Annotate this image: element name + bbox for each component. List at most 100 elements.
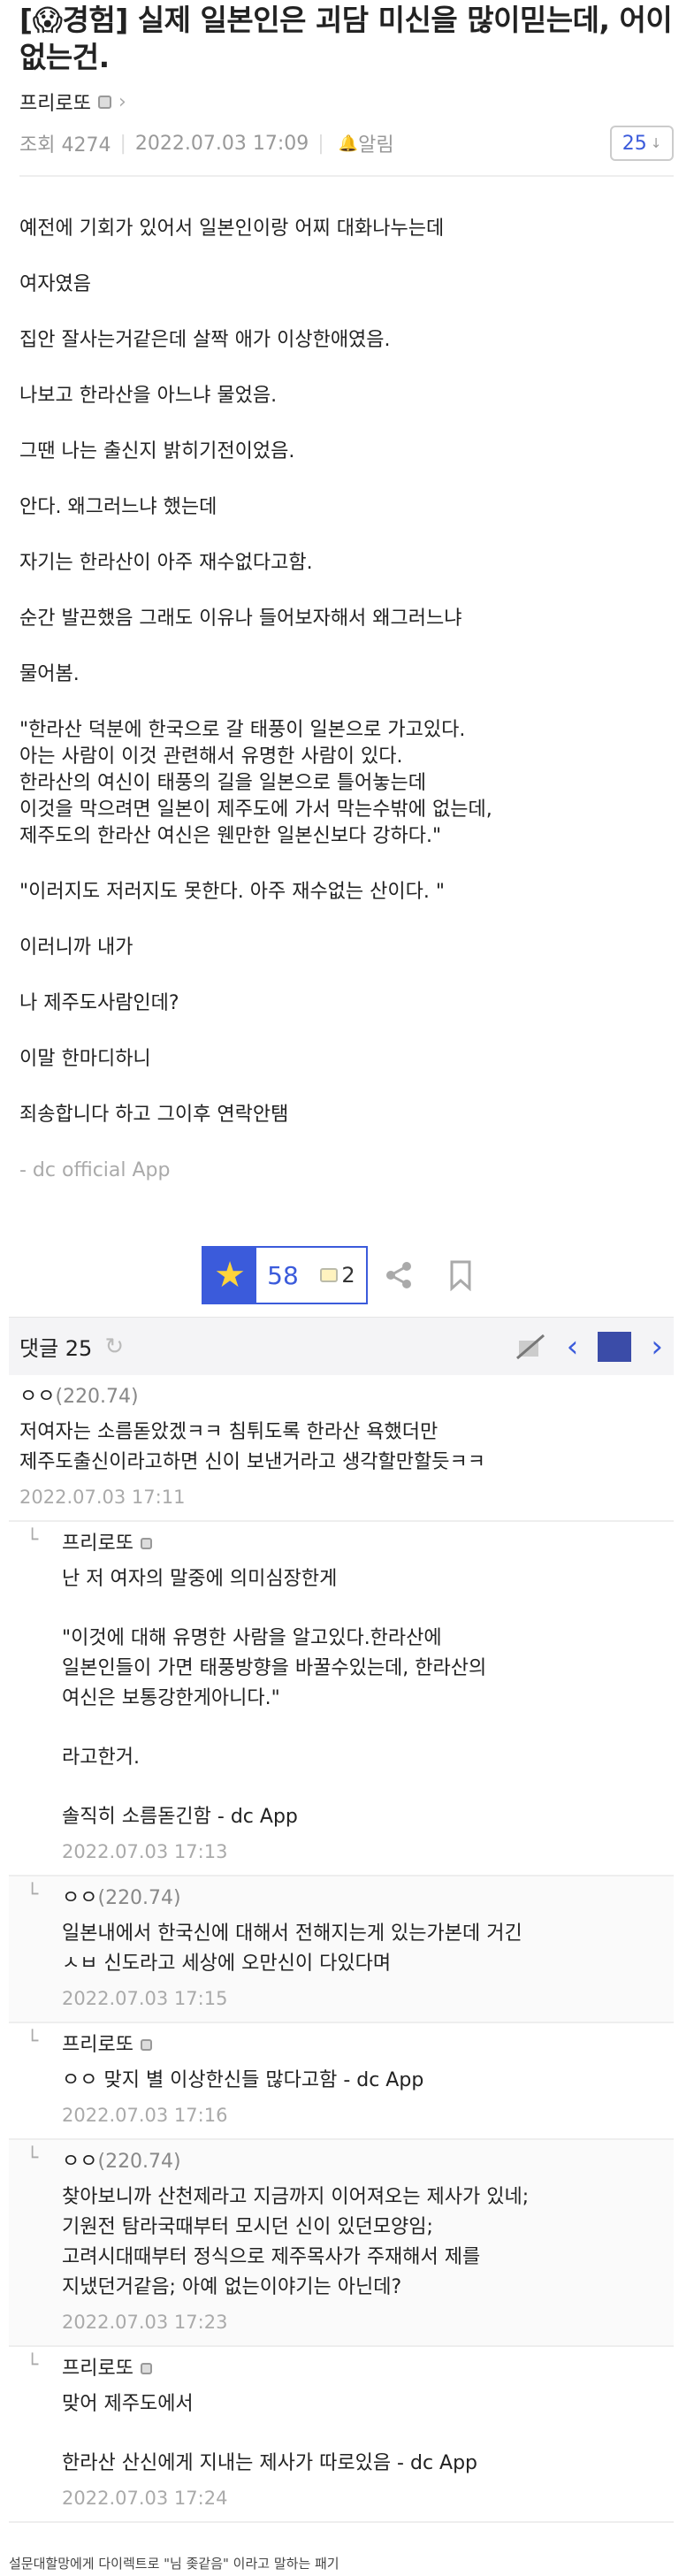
comment-toggle-button[interactable] bbox=[598, 1331, 632, 1362]
gallog-icon[interactable] bbox=[140, 2039, 152, 2051]
post-paragraph: 예전에 기회가 있어서 일본인이랑 어찌 대화나누는데 bbox=[19, 218, 445, 240]
post-paragraph: "이러지도 저러지도 못한다. 아주 재수없는 산이다. " bbox=[19, 881, 445, 903]
comment-text: 맞어 제주도에서한라산 산신에게 지내는 제사가 따로있음 - dc App bbox=[62, 2389, 667, 2479]
author-name[interactable]: 프리로또 bbox=[19, 88, 91, 116]
comment-author[interactable]: ㅇㅇ bbox=[62, 2151, 97, 2173]
reply-row: └ 프리로또맞어 제주도에서한라산 산신에게 지내는 제사가 따로있음 - dc … bbox=[9, 2347, 674, 2523]
comment-text: 일본내에서 한국신에 대해서 전해지는게 있는가본데 거긴 ㅅㅂ 신도라고 세상… bbox=[62, 1919, 667, 1979]
post-container: [😱경험] 실제 일본인은 괴담 미신을 많이믿는데, 어이없는건. 프리로또 … bbox=[19, 0, 674, 1304]
comment-date: 2022.07.03 17:13 bbox=[62, 1841, 228, 1862]
reply-row: └ ㅇㅇ(220.74) 찾아보니까 산천제라고 지금까지 이어져오는 제사가 있네… bbox=[9, 2140, 674, 2347]
comment-list: ㅇㅇ(220.74) 저여자는 소름돋았겠ㅋㅋ 침튀도록 한라산 욕했더만 제주도… bbox=[9, 1375, 674, 2523]
comment-date: 2022.07.03 17:23 bbox=[62, 2312, 228, 2333]
comment-nick[interactable]: ㅇㅇ(220.74) bbox=[62, 2149, 667, 2175]
comment-author[interactable]: 프리로또 bbox=[62, 2358, 133, 2380]
comment-ip: (220.74) bbox=[97, 2151, 181, 2173]
comment-paragraph: 한라산 산신에게 지내는 제사가 따로있음 - dc App bbox=[62, 2452, 478, 2474]
comment-date: 2022.07.03 17:11 bbox=[19, 1487, 186, 1508]
star-recommend-button[interactable]: ★ bbox=[203, 1248, 256, 1303]
comment-nick[interactable]: 프리로또 bbox=[62, 2356, 667, 2382]
reply-arrow-icon: └ bbox=[27, 2147, 39, 2169]
post-paragraph: 여자였음 bbox=[19, 273, 91, 295]
alarm-label[interactable]: 알림 bbox=[358, 129, 393, 157]
comment-text: 저여자는 소름돋았겠ㅋㅋ 침튀도록 한라산 욕했더만 제주도출신이라고하면 신이… bbox=[19, 1421, 485, 1473]
meta-divider: | bbox=[119, 132, 126, 155]
reply-arrow-icon: └ bbox=[27, 2354, 39, 2376]
comment-nick[interactable]: ㅇㅇ(220.74) bbox=[62, 1885, 667, 1912]
post-title: [😱경험] 실제 일본인은 괴담 미신을 많이믿는데, 어이없는건. bbox=[19, 0, 674, 76]
image-off-icon[interactable] bbox=[515, 1332, 547, 1362]
meta-divider: | bbox=[317, 132, 324, 155]
nonrecommend-count: 2 bbox=[341, 1263, 355, 1288]
comment-text: ㅇㅇ 맞지 별 이상한신들 많다고함 - dc App bbox=[62, 2066, 667, 2096]
prev-arrow-icon[interactable]: ‹ bbox=[567, 1332, 579, 1362]
post-paragraph: 죄송합니다 하고 그이후 연락안탬 bbox=[19, 1104, 289, 1126]
reply-arrow-icon: └ bbox=[27, 1884, 39, 1906]
comments-section: 댓글 25 ↻ ‹ › ㅇㅇ(220.74) 저여자는 소름돋았겠ㅋㅋ 침튀도록 … bbox=[9, 1317, 674, 2523]
comment-ip: (220.74) bbox=[97, 1887, 181, 1909]
post-tag: [😱경험] bbox=[19, 3, 128, 37]
comment-paragraph: 찾아보니까 산천제라고 지금까지 이어져오는 제사가 있네; 기원전 탐라국때부… bbox=[62, 2186, 530, 2298]
comment-nick[interactable]: 프리로또 bbox=[62, 2032, 667, 2059]
comment-paragraph: "이것에 대해 유명한 사람을 알고있다.한라산에 일본인들이 가면 태풍방향을… bbox=[62, 1627, 487, 1709]
post-paragraph: 순간 발끈했음 그래도 이유나 들어보자해서 왜그러느냐 bbox=[19, 608, 462, 630]
post-date: 2022.07.03 17:09 bbox=[134, 132, 309, 155]
bookmark-icon[interactable] bbox=[430, 1259, 492, 1291]
post-meta: 조회 4274 | 2022.07.03 17:09 | 🔔 알림 bbox=[19, 129, 394, 157]
reply-arrow-icon: └ bbox=[27, 1529, 39, 1551]
refresh-icon[interactable]: ↻ bbox=[104, 1334, 124, 1360]
comment-date: 2022.07.03 17:15 bbox=[62, 1988, 228, 2009]
post-paragraph: 나보고 한라산을 아느냐 물었음. bbox=[19, 385, 278, 407]
reply-row: └ ㅇㅇ(220.74) 일본내에서 한국신에 대해서 전해지는게 있는가본데 거긴… bbox=[9, 1877, 674, 2023]
comment-paragraph: ㅇㅇ 맞지 별 이상한신들 많다고함 - dc App bbox=[62, 2069, 424, 2091]
footer-note: 설문대할망에게 다이렉트로 "님 좆같음" 이라고 말하는 패기 bbox=[9, 2556, 339, 2572]
post-paragraph: 그땐 나는 출신지 밝히기전이었음. bbox=[19, 440, 295, 462]
gallog-icon[interactable] bbox=[140, 1538, 152, 1549]
comment-nick[interactable]: 프리로또 bbox=[62, 1531, 667, 1557]
post-paragraph: 안다. 왜그러느냐 했는데 bbox=[19, 496, 217, 518]
comment-count-value: 25 bbox=[622, 132, 647, 155]
comment-paragraph: 라고한거. bbox=[62, 1747, 140, 1769]
share-icon[interactable] bbox=[368, 1259, 430, 1291]
comments-bar-left: 댓글 25 ↻ bbox=[19, 1331, 124, 1362]
recommend-count: 58 bbox=[267, 1260, 299, 1290]
author-row: 프리로또 › bbox=[19, 87, 674, 117]
meta-row: 조회 4274 | 2022.07.03 17:09 | 🔔 알림 25 ↓ bbox=[19, 124, 674, 163]
gallog-icon[interactable] bbox=[140, 2363, 152, 2374]
comment-nick[interactable]: ㅇㅇ(220.74) bbox=[19, 1384, 667, 1410]
comment-author[interactable]: 프리로또 bbox=[62, 2034, 133, 2056]
comment-ip: (220.74) bbox=[55, 1386, 139, 1408]
recommend-box: ★ 58 2 bbox=[202, 1246, 368, 1304]
recommend-row: ★ 58 2 bbox=[19, 1246, 674, 1304]
reply-arrow-icon: └ bbox=[27, 2030, 39, 2052]
post-paragraph: 물어봄. bbox=[19, 663, 80, 685]
comment-paragraph: 일본내에서 한국신에 대해서 전해지는게 있는가본데 거긴 ㅅㅂ 신도라고 세상… bbox=[62, 1922, 522, 1975]
comment-row: ㅇㅇ(220.74) 저여자는 소름돋았겠ㅋㅋ 침튀도록 한라산 욕했더만 제주도… bbox=[9, 1375, 674, 1522]
post-paragraph: 자기는 한라산이 아주 재수없다고함. bbox=[19, 552, 313, 574]
bell-icon[interactable]: 🔔 bbox=[339, 134, 358, 153]
comment-paragraph: 난 저 여자의 말중에 의미심장한게 bbox=[62, 1568, 338, 1590]
post-paragraph: 이러니까 내가 bbox=[19, 936, 133, 959]
post-paragraph: 집안 잘사는거같은데 살짝 애가 이상한애였음. bbox=[19, 329, 391, 351]
comment-text: 찾아보니까 산천제라고 지금까지 이어져오는 제사가 있네; 기원전 탐라국때부… bbox=[62, 2182, 667, 2303]
nonrecommend-button[interactable]: 2 bbox=[309, 1248, 366, 1303]
post-signature: - dc official App bbox=[19, 1159, 171, 1181]
comment-author[interactable]: ㅇㅇ bbox=[19, 1386, 55, 1408]
comment-count-button[interactable]: 25 ↓ bbox=[610, 126, 674, 161]
post-body: 예전에 기회가 있어서 일본인이랑 어찌 대화나누는데여자였음집안 잘사는거같은… bbox=[19, 177, 674, 1184]
next-arrow-icon[interactable]: › bbox=[651, 1332, 663, 1362]
comment-paragraph: 맞어 제주도에서 bbox=[62, 2393, 194, 2415]
comment-author[interactable]: ㅇㅇ bbox=[62, 1887, 97, 1909]
post-paragraph: 이말 한마디하니 bbox=[19, 1048, 151, 1070]
comment-date: 2022.07.03 17:16 bbox=[62, 2105, 228, 2126]
reply-row: └ 프리로또난 저 여자의 말중에 의미심장한게 "이것에 대해 유명한 사람을 알… bbox=[9, 1522, 674, 1877]
reply-row: └ 프리로또 ㅇㅇ 맞지 별 이상한신들 많다고함 - dc App 2022.07.… bbox=[9, 2023, 674, 2140]
post-paragraph: "한라산 덕분에 한국으로 갈 태풍이 일본으로 가고있다. 아는 사람이 이것… bbox=[19, 719, 492, 847]
comment-author[interactable]: 프리로또 bbox=[62, 1533, 133, 1555]
nonrecommend-icon bbox=[320, 1268, 339, 1282]
comments-bar-right: ‹ › bbox=[515, 1331, 663, 1362]
view-count: 조회 4274 bbox=[19, 134, 111, 157]
star-icon: ★ bbox=[214, 1255, 246, 1296]
gallog-icon[interactable] bbox=[97, 95, 111, 109]
chevron-right-icon[interactable]: › bbox=[118, 91, 126, 113]
